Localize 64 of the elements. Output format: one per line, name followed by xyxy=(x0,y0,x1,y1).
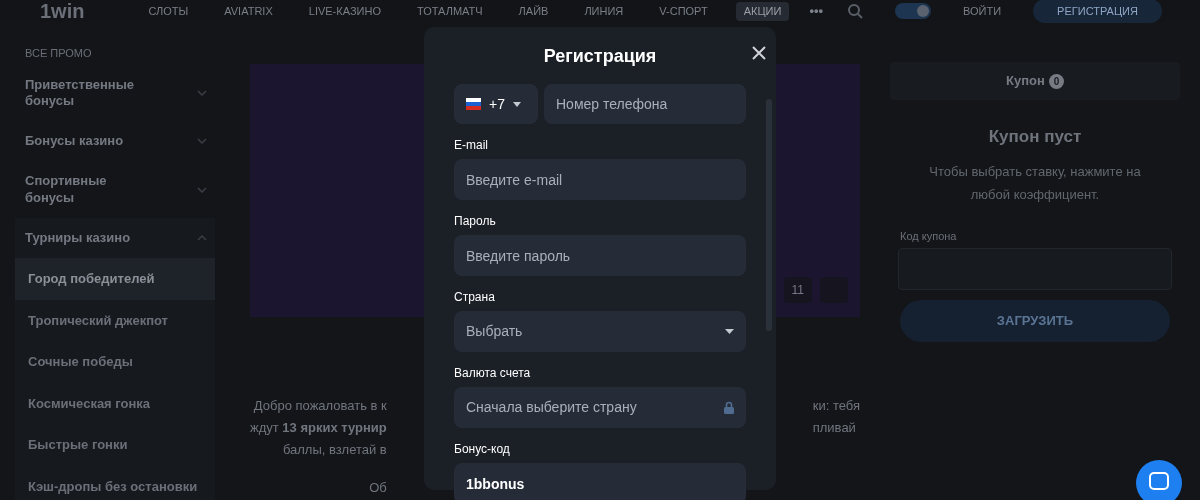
nav-tab[interactable]: AVIATRIX xyxy=(216,1,281,21)
input-field[interactable]: Введите пароль xyxy=(454,235,746,276)
sidebar-subitem[interactable]: Тропический джекпот xyxy=(15,299,215,341)
promo-text: ждут 13 ярких турнир xyxy=(250,419,387,437)
logo[interactable]: 1win xyxy=(40,1,85,21)
currency-field[interactable]: Сначала выберите страну xyxy=(454,387,746,428)
chat-button[interactable] xyxy=(1136,460,1182,500)
more-button[interactable]: ••• xyxy=(809,1,824,21)
like-count[interactable]: 11 xyxy=(783,277,812,303)
sidebar-item[interactable]: Турниры казино xyxy=(15,217,215,258)
coupon-code-label: Код купона xyxy=(899,228,958,244)
empty-text: Чтобы выбрать ставку, нажмите на любой коэффициент. xyxy=(928,162,1142,204)
empty-title: Купон пуст xyxy=(987,126,1083,148)
caret-icon xyxy=(725,329,734,334)
register-button[interactable]: РЕГИСТРАЦИЯ xyxy=(1033,0,1162,24)
promo-text: баллы, взлетай в xyxy=(282,441,387,459)
field-label: Валюта счета xyxy=(454,365,532,382)
promo-text: пливай xyxy=(812,419,856,437)
input-field[interactable]: Введите e-mail xyxy=(454,159,746,200)
sidebar-item[interactable]: Приветственные бонусы xyxy=(15,64,215,121)
phone-field[interactable]: Номер телефона xyxy=(544,84,746,124)
chat-icon xyxy=(1149,472,1169,490)
sidebar-subitem[interactable]: Кэш-дропы без остановки xyxy=(15,465,215,500)
chevron-down-icon xyxy=(197,186,207,193)
nav-tab[interactable]: СЛОТЫ xyxy=(140,1,197,21)
coupon-count: 0 xyxy=(1048,73,1064,89)
nav-tab[interactable]: ЛАЙВ xyxy=(510,1,557,21)
load-button[interactable]: ЗАГРУЗИТЬ xyxy=(900,300,1170,342)
nav-tab[interactable]: V-СПОРТ xyxy=(651,1,716,21)
country-select[interactable]: Выбрать xyxy=(454,311,746,352)
chevron-up-icon xyxy=(197,234,207,241)
promo-text: Добро пожаловать в к xyxy=(253,397,387,415)
sidebar-item[interactable]: Бонусы казино xyxy=(15,121,215,162)
dialog-title: Регистрация xyxy=(543,45,657,68)
coupon-tab-label: Купон xyxy=(1006,72,1045,91)
lock-icon xyxy=(724,401,734,414)
field-label: Страна xyxy=(454,289,496,306)
nav-tab[interactable]: АКЦИИ xyxy=(735,1,790,21)
sidebar-subitem[interactable]: Быстрые гонки xyxy=(15,424,215,466)
sidebar-subitem[interactable]: Город победителей xyxy=(15,258,215,300)
coupon-tab[interactable]: Купон 0 xyxy=(890,62,1180,100)
login-button[interactable]: ВОЙТИ xyxy=(963,2,1002,20)
nav-tab[interactable]: ТОТАЛМАТЧ xyxy=(408,1,491,21)
search-icon[interactable] xyxy=(847,3,864,19)
chevron-down-icon xyxy=(197,138,207,145)
sidebar-subitem[interactable]: Космическая гонка xyxy=(15,382,215,424)
field-label: E-mail xyxy=(454,137,489,154)
chevron-down-icon xyxy=(197,89,207,96)
caret-icon xyxy=(512,101,521,107)
field-label: Бонус-код xyxy=(454,441,511,458)
nav-tab[interactable]: ЛИНИЯ xyxy=(576,1,632,21)
close-icon xyxy=(752,46,766,60)
sidebar-title: ВСЕ ПРОМО xyxy=(24,46,93,61)
field-label: Пароль xyxy=(454,213,497,230)
promo-text: ки: тебя xyxy=(812,397,860,415)
close-button[interactable] xyxy=(752,46,766,60)
flag-icon xyxy=(466,98,481,110)
country-code-select[interactable]: +7 xyxy=(454,84,538,124)
sidebar-item[interactable]: Спортивные бонусы xyxy=(15,161,215,218)
sidebar-subitem[interactable]: Сочные победы xyxy=(15,341,215,383)
input-field[interactable]: 1bbonus xyxy=(454,463,746,500)
nav-tab[interactable]: LIVE-КАЗИНО xyxy=(300,1,389,21)
theme-toggle[interactable] xyxy=(895,3,932,19)
promo-text: Об xyxy=(369,479,387,497)
